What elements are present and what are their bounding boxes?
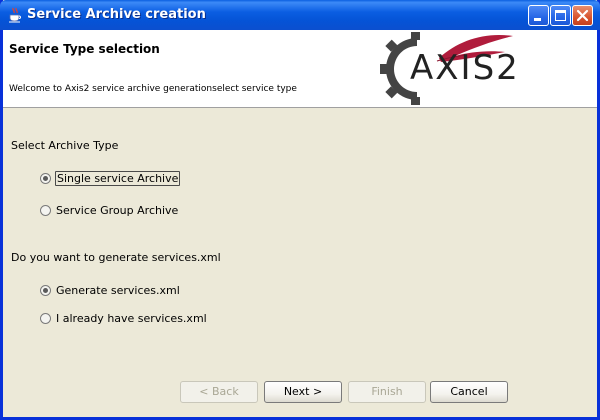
minimize-button[interactable] <box>528 5 549 26</box>
radio-label: Service Group Archive <box>56 203 179 217</box>
window-title: Service Archive creation <box>27 7 206 22</box>
radio-service-group-archive[interactable]: Service Group Archive <box>40 202 179 218</box>
radio-label: Generate services.xml <box>56 283 180 297</box>
wizard-header: Service Type selection Welcome to Axis2 … <box>3 30 597 108</box>
maximize-icon <box>555 10 566 21</box>
finish-button[interactable]: Finish <box>348 381 426 403</box>
next-button[interactable]: Next > <box>264 381 342 403</box>
radio-label: Single service Archive <box>55 170 181 186</box>
back-button[interactable]: < Back <box>180 381 258 403</box>
page-description: Welcome to Axis2 service archive generat… <box>9 84 297 94</box>
radio-button-selected[interactable] <box>40 172 51 184</box>
maximize-button[interactable] <box>550 5 571 26</box>
java-cup-icon <box>9 7 21 23</box>
wizard-window: Service Archive creation Service Type se… <box>0 0 600 420</box>
axis2-gear-feather-logo: AXIS2 <box>377 30 537 107</box>
radio-button[interactable] <box>40 312 51 324</box>
services-xml-label: Do you want to generate services.xml <box>11 251 221 264</box>
radio-have-services-xml[interactable]: I already have services.xml <box>40 310 208 326</box>
close-icon <box>576 9 589 22</box>
close-button[interactable] <box>572 5 593 26</box>
radio-label: I already have services.xml <box>56 311 207 325</box>
radio-single-service-archive[interactable]: Single service Archive <box>40 170 181 186</box>
logo-text: AXIS2 <box>410 48 520 88</box>
radio-generate-services-xml[interactable]: Generate services.xml <box>40 282 181 298</box>
radio-button-selected[interactable] <box>40 284 51 296</box>
radio-button[interactable] <box>40 204 51 216</box>
minimize-icon <box>534 18 541 21</box>
archive-type-label: Select Archive Type <box>11 139 119 152</box>
cancel-button[interactable]: Cancel <box>430 381 508 403</box>
page-title: Service Type selection <box>9 42 160 56</box>
title-bar[interactable]: Service Archive creation <box>0 0 600 30</box>
